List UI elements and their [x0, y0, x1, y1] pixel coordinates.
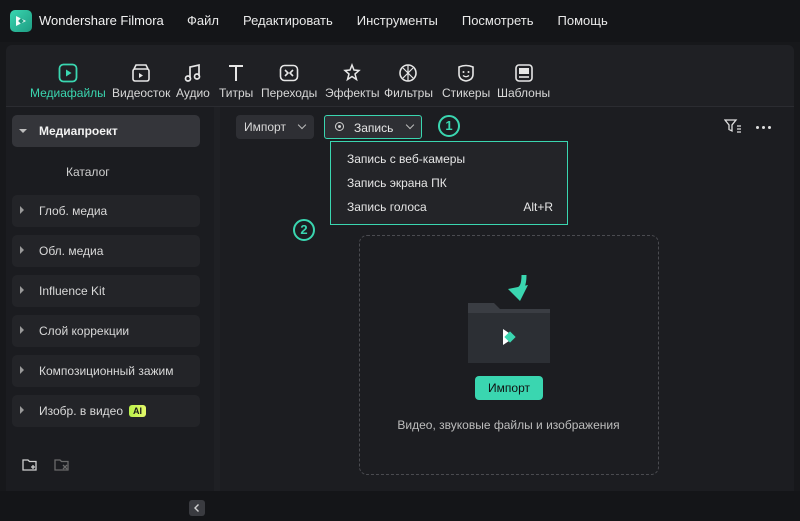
delete-folder-icon[interactable] [54, 457, 70, 473]
record-icon [335, 122, 344, 131]
tab-titles[interactable]: Титры [219, 61, 253, 100]
tab-templates-label: Шаблоны [497, 86, 551, 100]
sidebar-item-label: Глоб. медиа [39, 204, 108, 218]
step-marker-2: 2 [293, 219, 315, 241]
new-folder-icon[interactable] [22, 457, 38, 473]
sidebar-item-label: Изобр. в видео AI [39, 404, 147, 418]
tab-audio-label: Аудио [176, 86, 210, 100]
tab-media-label: Медиафайлы [30, 86, 106, 100]
record-button-label: Запись [354, 121, 394, 135]
import-dropdown-button[interactable]: Импорт [236, 115, 314, 139]
sidebar-item-label: Обл. медиа [39, 244, 104, 258]
collapse-sidebar-button[interactable] [189, 500, 205, 516]
title-bar: Wondershare Filmora Файл Редактировать И… [0, 0, 800, 42]
app-title: Wondershare Filmora [39, 13, 164, 28]
expand-arrow-icon [20, 406, 24, 414]
expand-arrow-icon [20, 326, 24, 334]
filter-icon[interactable] [724, 119, 742, 133]
tab-effects-label: Эффекты [325, 86, 380, 100]
expand-arrow-icon [20, 366, 24, 374]
tab-effects[interactable]: Эффекты [325, 61, 380, 100]
stock-icon [132, 64, 150, 82]
transitions-icon [279, 64, 299, 82]
menu-item-voice[interactable]: Запись голоса [347, 200, 427, 214]
sidebar-item-project[interactable]: Медиапроект [12, 115, 200, 147]
sidebar: Медиапроект Каталог Глоб. медиа Обл. мед… [6, 107, 214, 516]
templates-icon [514, 64, 533, 82]
record-dropdown-button[interactable]: Запись [324, 115, 422, 139]
menu-help[interactable]: Помощь [558, 13, 608, 28]
sidebar-item-influence-kit[interactable]: Influence Kit [12, 275, 200, 307]
sidebar-item-global-media[interactable]: Глоб. медиа [12, 195, 200, 227]
tab-filters-label: Фильтры [384, 86, 433, 100]
menu-view[interactable]: Посмотреть [462, 13, 534, 28]
expand-arrow-icon [20, 206, 24, 214]
tab-titles-label: Титры [219, 86, 254, 100]
drop-zone[interactable]: Импорт Видео, звуковые файлы и изображен… [359, 235, 659, 475]
tab-stock-label: Видеосток [112, 86, 171, 100]
media-icon [58, 63, 78, 83]
tab-transitions[interactable]: Переходы [261, 61, 317, 100]
chevron-down-icon [297, 120, 307, 130]
music-icon [184, 63, 201, 82]
import-button[interactable]: Импорт [475, 376, 543, 400]
tab-templates[interactable]: Шаблоны [497, 61, 550, 100]
media-panel: Медиафайлы Видеосток Аудио Титры Переход… [6, 45, 794, 516]
menu-bar: Файл Редактировать Инструменты Посмотрет… [187, 13, 632, 28]
asset-toolbar: Медиафайлы Видеосток Аудио Титры Переход… [6, 45, 794, 105]
tab-transitions-label: Переходы [261, 86, 318, 100]
menu-item-webcam[interactable]: Запись с веб-камеры [347, 152, 465, 166]
record-dropdown-menu: Запись с веб-камеры Запись экрана ПК Зап… [330, 141, 568, 225]
sidebar-item-label: Influence Kit [39, 284, 106, 298]
tab-audio[interactable]: Аудио [176, 61, 210, 100]
import-button-label: Импорт [244, 120, 286, 134]
media-content: Импорт Запись 1 Запись с веб-камеры Запи… [220, 107, 794, 491]
chevron-down-icon [405, 120, 415, 130]
step-marker-1: 1 [438, 115, 460, 137]
sidebar-item-cloud-media[interactable]: Обл. медиа [12, 235, 200, 267]
tab-stickers[interactable]: Стикеры [442, 61, 490, 100]
sidebar-item-compound-clip[interactable]: Композиционный зажим [12, 355, 200, 387]
import-folder-icon [468, 274, 550, 363]
sidebar-item-label: Композиционный зажим [39, 364, 174, 378]
menu-file[interactable]: Файл [187, 13, 219, 28]
sidebar-item-adjustment-layer[interactable]: Слой коррекции [12, 315, 200, 347]
tab-stock[interactable]: Видеосток [112, 61, 170, 100]
sidebar-item-label: Медиапроект [39, 124, 118, 138]
chevron-left-icon [194, 504, 199, 512]
tab-stickers-label: Стикеры [442, 86, 491, 100]
sidebar-item-catalog[interactable]: Каталог [66, 165, 110, 179]
sidebar-item-image-to-video[interactable]: Изобр. в видео AI [12, 395, 200, 427]
ai-badge: AI [129, 405, 147, 417]
expand-arrow-icon [19, 129, 27, 133]
stickers-icon [458, 64, 474, 82]
menu-item-screen[interactable]: Запись экрана ПК [347, 176, 447, 190]
image-to-video-label: Изобр. в видео [39, 404, 124, 418]
effects-icon [343, 63, 362, 82]
drop-zone-hint: Видео, звуковые файлы и изображения [397, 418, 620, 432]
titles-icon [229, 65, 244, 81]
tab-media[interactable]: Медиафайлы [30, 61, 106, 100]
app-window: Wondershare Filmora Файл Редактировать И… [0, 0, 800, 516]
menu-edit[interactable]: Редактировать [243, 13, 333, 28]
filmora-logo-icon [10, 10, 32, 32]
tab-filters[interactable]: Фильтры [384, 61, 433, 100]
expand-arrow-icon [20, 286, 24, 294]
filters-icon [399, 64, 418, 82]
more-options-icon[interactable] [756, 126, 774, 129]
menu-tools[interactable]: Инструменты [357, 13, 438, 28]
shortcut-voice: Alt+R [523, 200, 553, 214]
sidebar-item-label: Слой коррекции [39, 324, 130, 338]
expand-arrow-icon [20, 246, 24, 254]
